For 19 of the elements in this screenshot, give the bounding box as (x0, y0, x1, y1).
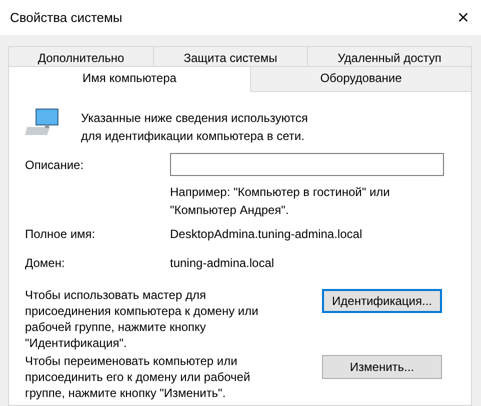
close-button[interactable]: × (455, 8, 471, 28)
intro-text: Указанные ниже сведения используются для идентификации компьютера в сети. (81, 110, 309, 145)
hint-text: Например: "Компьютер в гостиной" или "Компьютер Андрея". (170, 184, 391, 219)
computer-icon (25, 108, 61, 136)
tab[interactable]: Дополнительно (8, 46, 154, 68)
action-button[interactable]: Идентификация... (322, 289, 442, 313)
description-field[interactable] (170, 153, 444, 176)
field-value: DesktopAdmina.tuning-admina.local (170, 226, 364, 242)
tab[interactable]: Имя компьютера (8, 66, 251, 92)
window-title: Свойства системы (10, 10, 122, 25)
field-label: Полное имя: (25, 226, 96, 242)
tab[interactable]: Удаленный доступ (307, 46, 472, 68)
field-value: tuning-admina.local (170, 254, 276, 272)
instruction-text: Чтобы использовать мастер для присоединения компьютера к домену или рабочей группе, нажмите кнопку "Идентификация". (25, 287, 260, 351)
instruction-text: Чтобы переименовать компьютер или присоединить его к домену или рабочей группе, нажмите кнопку "Изменить". (25, 353, 252, 401)
field-label: Описание: (25, 156, 85, 174)
action-button[interactable]: Изменить... (322, 355, 442, 379)
tab[interactable]: Оборудование (250, 66, 472, 91)
field-label: Домен: (25, 254, 66, 272)
